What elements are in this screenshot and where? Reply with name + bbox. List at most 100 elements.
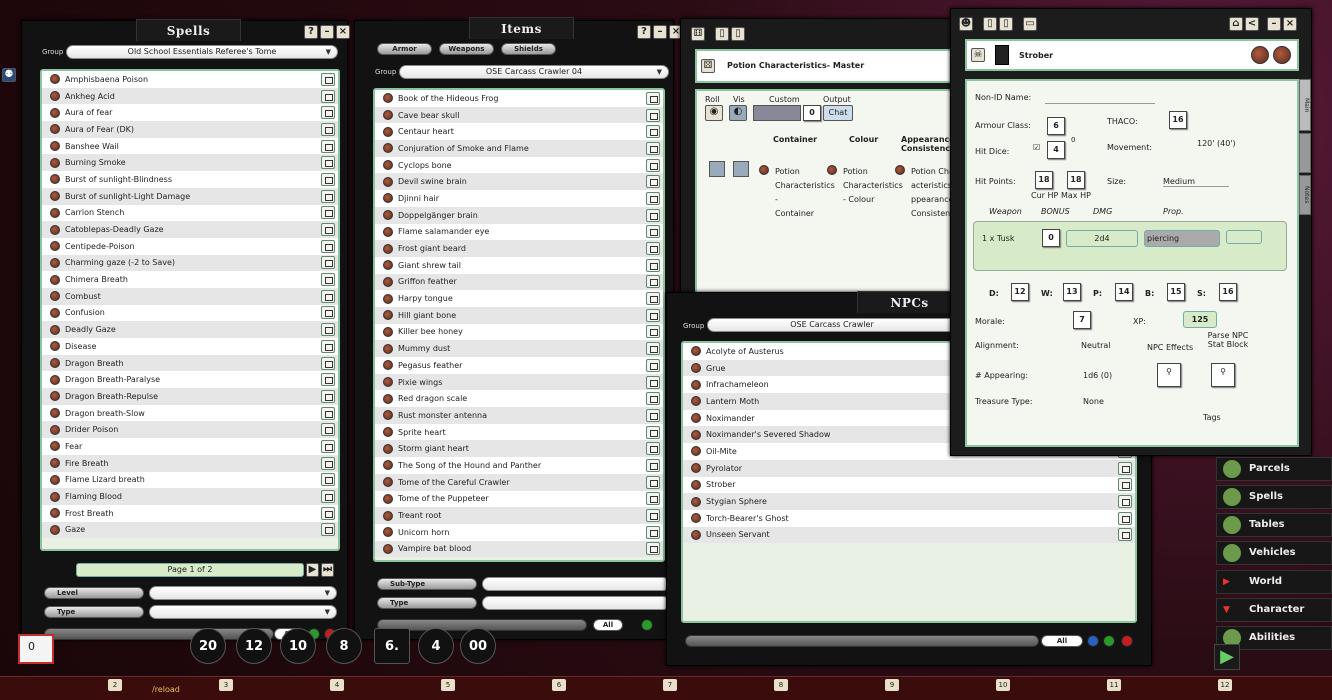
die-d4[interactable]: 4 bbox=[418, 628, 454, 664]
list-item[interactable]: The Song of the Hound and Panther bbox=[375, 457, 663, 474]
list-item[interactable]: Pixie wings bbox=[375, 373, 663, 391]
token-icon[interactable] bbox=[1273, 46, 1291, 64]
custom-value[interactable]: 0 bbox=[803, 105, 821, 121]
hotkey-slot[interactable]: 4 bbox=[330, 679, 344, 691]
hotkey-slot[interactable]: 12 bbox=[1218, 679, 1232, 691]
book-icon[interactable] bbox=[321, 356, 335, 370]
list-item[interactable]: Frost giant beard bbox=[375, 240, 663, 257]
list-item[interactable]: Strober bbox=[683, 476, 1135, 494]
book-icon[interactable] bbox=[321, 306, 335, 320]
sidebar-item[interactable]: Parcels bbox=[1216, 457, 1332, 481]
list-item[interactable]: Tome of the Careful Crawler bbox=[375, 473, 663, 491]
list-item[interactable]: Burst of sunlight-Blindness bbox=[42, 171, 338, 188]
group-dropdown[interactable]: OSE Carcass Crawler 04 ▼ bbox=[399, 65, 669, 79]
book-icon[interactable] bbox=[646, 258, 660, 272]
sidebar-item[interactable]: ▼ Character bbox=[1216, 598, 1332, 622]
book-icon[interactable] bbox=[321, 156, 335, 170]
hotkey-slot[interactable]: 8 bbox=[774, 679, 788, 691]
list-item[interactable]: Pyrolator bbox=[683, 459, 1135, 477]
next-page-button[interactable]: ▶ bbox=[306, 563, 319, 577]
list-item[interactable]: Deadly Gaze bbox=[42, 321, 338, 338]
list-item[interactable]: Stygian Sphere bbox=[683, 493, 1135, 510]
reload-command[interactable]: /reload bbox=[152, 685, 180, 694]
link-icon[interactable] bbox=[50, 424, 60, 435]
book-icon[interactable] bbox=[646, 225, 660, 239]
link-icon[interactable] bbox=[50, 124, 60, 135]
book-icon[interactable] bbox=[321, 206, 335, 220]
sidebar-item[interactable]: ▶ World bbox=[1216, 570, 1332, 594]
list-item[interactable]: Dragon breath-Slow bbox=[42, 404, 338, 422]
book-icon[interactable] bbox=[321, 122, 335, 136]
minimize-button[interactable]: – bbox=[1267, 17, 1281, 31]
list-item[interactable]: Dragon Breath bbox=[42, 354, 338, 372]
output-selector[interactable]: Chat bbox=[823, 105, 853, 121]
sidebar-item[interactable]: Spells bbox=[1216, 485, 1332, 509]
link-icon[interactable] bbox=[691, 529, 701, 540]
link-icon[interactable] bbox=[383, 510, 393, 521]
list-item[interactable]: Devil swine brain bbox=[375, 173, 663, 191]
list-item[interactable]: Conjuration of Smoke and Flame bbox=[375, 140, 663, 157]
list-item[interactable]: Aura of Fear (DK) bbox=[42, 121, 338, 138]
book-icon[interactable] bbox=[646, 292, 660, 306]
book-icon[interactable] bbox=[321, 256, 335, 270]
list-item[interactable]: Fear bbox=[42, 438, 338, 455]
book-icon[interactable] bbox=[321, 89, 335, 103]
sidebar-item[interactable]: Vehicles bbox=[1216, 541, 1332, 565]
book-icon[interactable] bbox=[646, 358, 660, 372]
list-item[interactable]: Burning Smoke bbox=[42, 154, 338, 172]
link-icon[interactable] bbox=[383, 427, 393, 438]
link-icon[interactable] bbox=[383, 93, 393, 104]
list-item[interactable]: Cave bear skull bbox=[375, 106, 663, 124]
close-button[interactable]: × bbox=[1283, 17, 1297, 31]
link-icon[interactable] bbox=[383, 493, 393, 504]
list-item[interactable]: Unicorn horn bbox=[375, 523, 663, 541]
save-value[interactable]: 16 bbox=[1219, 283, 1237, 301]
link-icon[interactable] bbox=[691, 513, 701, 524]
list-item[interactable]: Treant root bbox=[375, 507, 663, 524]
book-icon[interactable] bbox=[321, 223, 335, 237]
book-icon[interactable] bbox=[321, 389, 335, 403]
list-item[interactable]: Tome of the Puppeteer bbox=[375, 490, 663, 508]
list-item[interactable]: Doppelgänger brain bbox=[375, 206, 663, 224]
weapon-bonus[interactable]: 0 bbox=[1042, 229, 1060, 247]
book-icon[interactable] bbox=[646, 242, 660, 256]
link-icon[interactable] bbox=[50, 358, 60, 369]
link-icon[interactable] bbox=[50, 157, 60, 168]
list-item[interactable]: Disease bbox=[42, 338, 338, 355]
list-item[interactable]: Torch-Bearer's Ghost bbox=[683, 509, 1135, 527]
list-item[interactable]: Carrion Stench bbox=[42, 204, 338, 222]
link-icon[interactable] bbox=[383, 126, 393, 137]
range-high[interactable] bbox=[733, 161, 749, 177]
list-item[interactable]: Chimera Breath bbox=[42, 271, 338, 288]
list-item[interactable]: Drider Poison bbox=[42, 421, 338, 439]
link-icon[interactable] bbox=[50, 441, 60, 452]
list-item[interactable]: Pegasus feather bbox=[375, 357, 663, 374]
range-low[interactable] bbox=[709, 161, 725, 177]
link-icon[interactable] bbox=[383, 460, 393, 471]
link-icon[interactable] bbox=[383, 477, 393, 488]
link-icon[interactable] bbox=[383, 226, 393, 237]
copy-icon[interactable]: ▯ bbox=[731, 27, 745, 41]
book-icon[interactable] bbox=[321, 439, 335, 453]
book-icon[interactable] bbox=[646, 425, 660, 439]
link-icon[interactable] bbox=[691, 479, 701, 490]
list-item[interactable]: Giant shrew tail bbox=[375, 256, 663, 274]
list-item[interactable]: Burst of sunlight-Light Damage bbox=[42, 187, 338, 205]
hotkey-slot[interactable]: 9 bbox=[885, 679, 899, 691]
book-icon[interactable] bbox=[321, 523, 335, 537]
players-icon[interactable]: ⚉ bbox=[2, 68, 16, 82]
link-icon[interactable] bbox=[383, 443, 393, 454]
book-icon[interactable] bbox=[646, 375, 660, 389]
link-icon[interactable] bbox=[691, 446, 701, 457]
book-icon[interactable] bbox=[321, 456, 335, 470]
list-item[interactable]: Banshee Wail bbox=[42, 137, 338, 155]
tab-secondary[interactable] bbox=[1299, 133, 1311, 173]
type-filter-dropdown[interactable]: ▼ bbox=[149, 605, 337, 619]
weapon-prop[interactable]: piercing bbox=[1144, 230, 1220, 247]
last-page-button[interactable]: ⏭ bbox=[321, 563, 334, 577]
link-icon[interactable] bbox=[383, 310, 393, 321]
share-icon[interactable]: < bbox=[1245, 17, 1259, 31]
tab-armor[interactable]: Armor bbox=[377, 43, 432, 55]
book-icon[interactable] bbox=[321, 239, 335, 253]
link-icon[interactable] bbox=[383, 410, 393, 421]
